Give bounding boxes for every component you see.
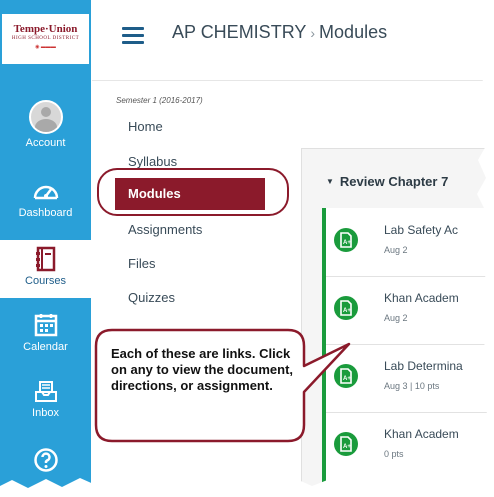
canvas-page: Tempe·Union HIGH SCHOOL DISTRICT ◉ ▬▬▬ A… — [0, 0, 494, 497]
torn-edge-decoration — [0, 0, 494, 497]
